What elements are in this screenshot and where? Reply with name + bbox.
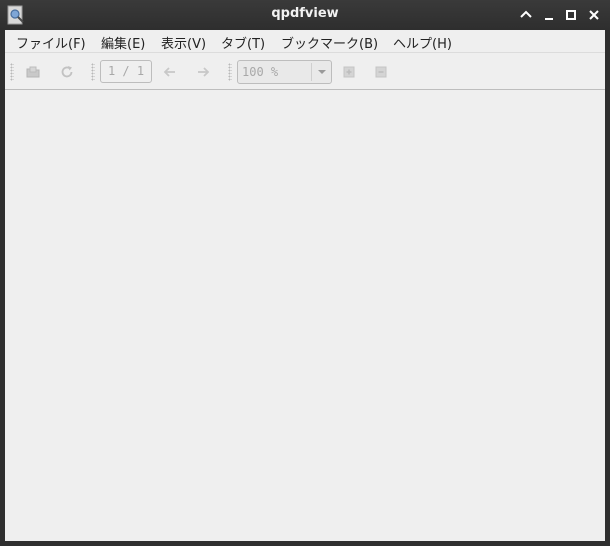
- menu-edit[interactable]: 編集(E): [101, 33, 145, 52]
- toolbar-grip[interactable]: [91, 63, 95, 81]
- minimize-icon[interactable]: [541, 7, 557, 23]
- zoom-value: 100 %: [242, 65, 279, 79]
- main-area: ファイル(F) 編集(E) 表示(V) タブ(T) ブックマーク(B) ヘルプ(…: [5, 30, 605, 541]
- menu-bar: ファイル(F) 編集(E) 表示(V) タブ(T) ブックマーク(B) ヘルプ(…: [5, 30, 605, 52]
- document-area[interactable]: [5, 90, 605, 541]
- app-window: qpdfview ファイル(F) 編集(E) 表示(V) タブ(T) ブックマー…: [0, 0, 610, 546]
- zoom-combobox[interactable]: 100 %: [237, 60, 332, 84]
- arrow-right-icon[interactable]: [195, 64, 211, 80]
- arrow-left-icon[interactable]: [162, 64, 178, 80]
- toolbar-grip[interactable]: [10, 63, 14, 81]
- menu-help[interactable]: ヘルプ(H): [393, 33, 452, 52]
- zoom-in-icon[interactable]: [341, 64, 357, 80]
- chevron-up-icon[interactable]: [518, 7, 534, 23]
- chevron-down-icon[interactable]: [318, 70, 326, 74]
- open-folder-icon[interactable]: [25, 64, 41, 80]
- refresh-icon[interactable]: [59, 64, 75, 80]
- menu-file[interactable]: ファイル(F): [16, 33, 86, 52]
- menu-tab[interactable]: タブ(T): [221, 33, 265, 52]
- toolbar: 1 / 1 100 %: [5, 52, 605, 90]
- page-number-field[interactable]: 1 / 1: [100, 60, 152, 83]
- maximize-icon[interactable]: [563, 7, 579, 23]
- title-bar[interactable]: qpdfview: [0, 0, 610, 30]
- divider: [311, 63, 312, 81]
- menu-view[interactable]: 表示(V): [161, 33, 206, 52]
- close-icon[interactable]: [586, 7, 602, 23]
- toolbar-grip[interactable]: [228, 63, 232, 81]
- zoom-out-icon[interactable]: [373, 64, 389, 80]
- menu-bookmarks[interactable]: ブックマーク(B): [281, 33, 378, 52]
